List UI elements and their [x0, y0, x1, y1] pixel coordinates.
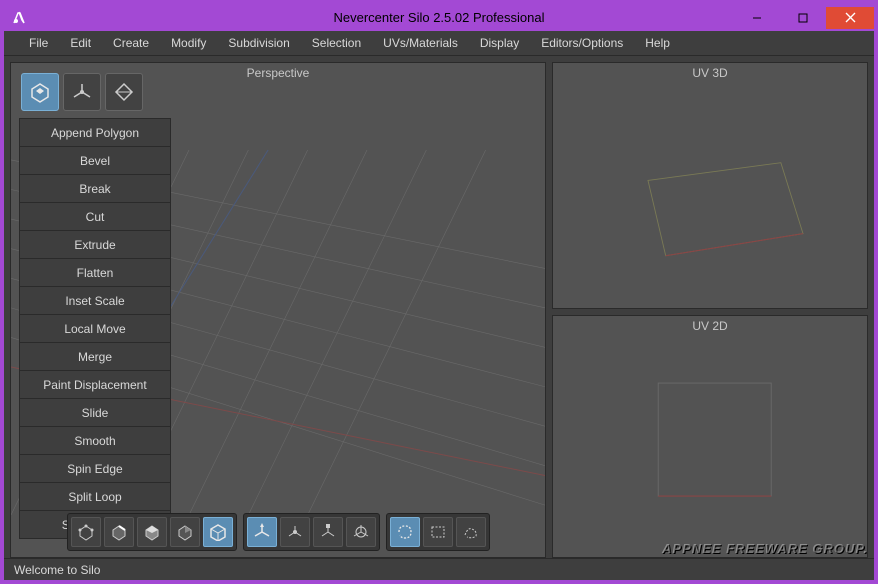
toolbar-group-manip — [243, 513, 380, 551]
menu-selection[interactable]: Selection — [301, 32, 372, 54]
menu-subdivision[interactable]: Subdivision — [217, 32, 300, 54]
uv2d-rect — [553, 336, 867, 553]
tool-paint-displacement[interactable]: Paint Displacement — [19, 370, 171, 399]
tool-append-polygon[interactable]: Append Polygon — [19, 118, 171, 147]
tool-break[interactable]: Break — [19, 174, 171, 203]
tool-local-move[interactable]: Local Move — [19, 314, 171, 343]
window-controls — [734, 7, 874, 29]
menu-help[interactable]: Help — [634, 32, 681, 54]
diamond-tool-icon[interactable] — [105, 73, 143, 111]
object-mode-icon[interactable] — [170, 517, 200, 547]
move-tool-icon[interactable] — [247, 517, 277, 547]
menu-edit[interactable]: Edit — [59, 32, 102, 54]
uv2d-viewport[interactable]: UV 2D — [552, 315, 868, 558]
universal-tool-icon[interactable] — [346, 517, 376, 547]
menu-file[interactable]: File — [18, 32, 59, 54]
statusbar: Welcome to Silo — [4, 558, 874, 580]
viewport-label-uv3d: UV 3D — [553, 66, 867, 80]
lasso-select-icon[interactable] — [390, 517, 420, 547]
status-text: Welcome to Silo — [14, 563, 100, 577]
vertex-mode-icon[interactable] — [71, 517, 101, 547]
tool-merge[interactable]: Merge — [19, 342, 171, 371]
bottom-toolbar — [11, 513, 545, 551]
rotate-tool-icon[interactable] — [280, 517, 310, 547]
paint-select-icon[interactable] — [456, 517, 486, 547]
scale-tool-icon[interactable] — [313, 517, 343, 547]
maximize-button[interactable] — [780, 7, 826, 29]
minimize-button[interactable] — [734, 7, 780, 29]
toolbar-group-mode — [67, 513, 237, 551]
titlebar[interactable]: Nevercenter Silo 2.5.02 Professional — [4, 4, 874, 31]
tool-smooth[interactable]: Smooth — [19, 426, 171, 455]
menu-display[interactable]: Display — [469, 32, 530, 54]
tool-bevel[interactable]: Bevel — [19, 146, 171, 175]
tool-list: Append PolygonBevelBreakCutExtrudeFlatte… — [19, 119, 171, 539]
uv3d-viewport[interactable]: UV 3D — [552, 62, 868, 309]
menu-modify[interactable]: Modify — [160, 32, 217, 54]
tool-slide[interactable]: Slide — [19, 398, 171, 427]
menubar: FileEditCreateModifySubdivisionSelection… — [4, 31, 874, 56]
rect-select-icon[interactable] — [423, 517, 453, 547]
face-mode-icon[interactable] — [137, 517, 167, 547]
tool-spin-edge[interactable]: Spin Edge — [19, 454, 171, 483]
perspective-viewport[interactable]: Perspective Appe — [10, 62, 546, 558]
tool-panel: Append PolygonBevelBreakCutExtrudeFlatte… — [19, 71, 171, 539]
shape-tool-icon[interactable] — [21, 73, 59, 111]
app-icon — [8, 7, 30, 29]
main-column: Perspective Appe — [10, 62, 546, 558]
edge-mode-icon[interactable] — [104, 517, 134, 547]
close-button[interactable] — [826, 7, 874, 29]
workarea: Perspective Appe — [4, 56, 874, 558]
app-window: Nevercenter Silo 2.5.02 Professional Fil… — [4, 4, 874, 580]
toolbar-group-select — [386, 513, 490, 551]
viewport-label-uv2d: UV 2D — [553, 319, 867, 333]
menu-editorsoptions[interactable]: Editors/Options — [530, 32, 634, 54]
menu-uvsmaterials[interactable]: UVs/Materials — [372, 32, 469, 54]
tool-cut[interactable]: Cut — [19, 202, 171, 231]
tool-flatten[interactable]: Flatten — [19, 258, 171, 287]
tool-extrude[interactable]: Extrude — [19, 230, 171, 259]
tool-icons-row — [19, 71, 171, 113]
tool-split-loop[interactable]: Split Loop — [19, 482, 171, 511]
axis-tool-icon[interactable] — [63, 73, 101, 111]
cube-mode-icon[interactable] — [203, 517, 233, 547]
right-column: UV 3D UV 2D — [552, 62, 868, 558]
tool-inset-scale[interactable]: Inset Scale — [19, 286, 171, 315]
menu-create[interactable]: Create — [102, 32, 160, 54]
uv3d-plane — [553, 83, 867, 304]
